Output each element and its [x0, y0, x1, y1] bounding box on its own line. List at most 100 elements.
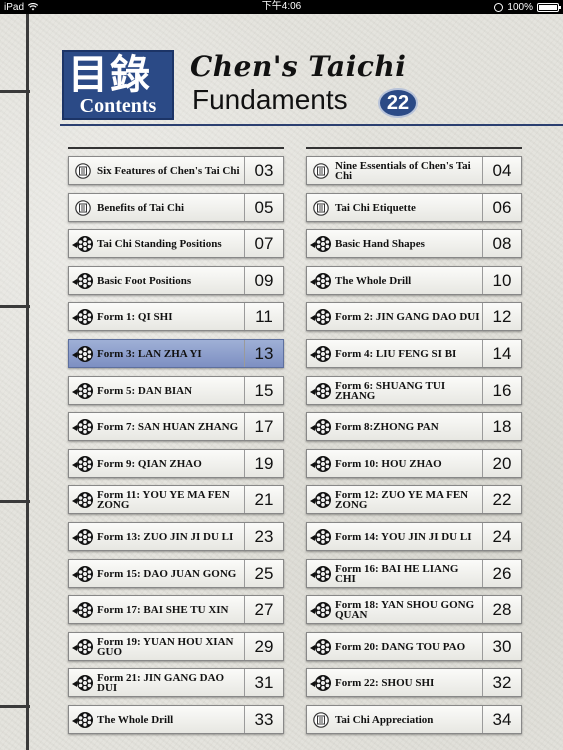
book-title: Chen's Taichi — [190, 50, 407, 83]
contents-item[interactable]: Form 6: SHUANG TUI ZHANG 16 — [306, 376, 522, 405]
item-title: Nine Essentials of Chen's Tai Chi — [335, 159, 471, 182]
contents-item[interactable]: Form 12: ZUO YE MA FEN ZONG 22 — [306, 485, 522, 514]
contents-item[interactable]: Form 21: JIN GANG DAO DUI 31 — [68, 668, 284, 697]
item-page-number: 07 — [244, 230, 283, 257]
item-page-number: 25 — [244, 560, 283, 587]
contents-item[interactable]: Form 10: HOU ZHAO 20 — [306, 449, 522, 478]
volume-badge: 22 — [378, 88, 418, 118]
item-page-number: 16 — [482, 377, 521, 404]
item-page-number: 34 — [482, 706, 521, 733]
item-icon-wrap — [307, 596, 335, 623]
contents-item[interactable]: Basic Foot Positions 09 — [68, 266, 284, 295]
item-icon-wrap — [307, 157, 335, 184]
item-icon-wrap — [307, 523, 335, 550]
item-title: Form 20: DANG TOU PAO — [335, 640, 466, 653]
document-icon — [313, 199, 329, 216]
contents-item[interactable]: Form 11: YOU YE MA FEN ZONG 21 — [68, 485, 284, 514]
item-page-number: 21 — [244, 486, 283, 513]
contents-item[interactable]: Form 14: YOU JIN JI DU LI 24 — [306, 522, 522, 551]
film-reel-icon — [72, 272, 93, 289]
item-title: Form 22: SHOU SHI — [335, 676, 435, 689]
contents-item[interactable]: Form 16: BAI HE LIANG CHI 26 — [306, 559, 522, 588]
contents-item[interactable]: Basic Hand Shapes 08 — [306, 229, 522, 258]
contents-item[interactable]: The Whole Drill 33 — [68, 705, 284, 734]
item-title: Form 13: ZUO JIN JI DU LI — [97, 530, 234, 543]
item-page-number: 03 — [244, 157, 283, 184]
film-reel-icon — [310, 382, 331, 399]
contents-item[interactable]: Form 9: QIAN ZHAO 19 — [68, 449, 284, 478]
right-column-rule — [306, 147, 522, 149]
item-title: Form 14: YOU JIN JI DU LI — [335, 530, 472, 543]
contents-item[interactable]: Tai Chi Etiquette 06 — [306, 193, 522, 222]
logo-chinese-title: 目錄 — [68, 51, 152, 98]
contents-item[interactable]: Form 5: DAN BIAN 15 — [68, 376, 284, 405]
contents-item[interactable]: Form 1: QI SHI 11 — [68, 302, 284, 331]
item-title: Form 9: QIAN ZHAO — [97, 457, 202, 470]
contents-item[interactable]: Form 17: BAI SHE TU XIN 27 — [68, 595, 284, 624]
contents-item[interactable]: Form 7: SAN HUAN ZHANG 17 — [68, 412, 284, 441]
item-title: Basic Foot Positions — [97, 274, 192, 287]
item-title: Form 5: DAN BIAN — [97, 384, 193, 397]
film-reel-icon — [72, 382, 93, 399]
battery-icon — [537, 2, 561, 12]
contents-item[interactable]: Form 22: SHOU SHI 32 — [306, 668, 522, 697]
contents-item[interactable]: Six Features of Chen's Tai Chi 03 — [68, 156, 284, 185]
film-reel-icon — [310, 455, 331, 472]
film-reel-icon — [72, 455, 93, 472]
film-reel-icon — [72, 528, 93, 545]
item-title: Tai Chi Standing Positions — [97, 237, 222, 250]
contents-item[interactable]: Form 2: JIN GANG DAO DUI 12 — [306, 302, 522, 331]
document-icon — [75, 199, 91, 216]
contents-item[interactable]: Form 15: DAO JUAN GONG 25 — [68, 559, 284, 588]
film-reel-icon — [310, 674, 331, 691]
item-title: Tai Chi Appreciation — [335, 713, 434, 726]
contents-item[interactable]: Form 3: LAN ZHA YI 13 — [68, 339, 284, 368]
left-column-rule — [68, 147, 284, 149]
contents-item[interactable]: Tai Chi Standing Positions 07 — [68, 229, 284, 258]
film-reel-icon — [72, 345, 93, 362]
film-reel-icon — [72, 491, 93, 508]
item-page-number: 20 — [482, 450, 521, 477]
item-icon-wrap — [307, 560, 335, 587]
item-icon-wrap — [69, 303, 97, 330]
item-icon-wrap — [69, 267, 97, 294]
contents-item[interactable]: Form 18: YAN SHOU GONG QUAN 28 — [306, 595, 522, 624]
item-page-number: 17 — [244, 413, 283, 440]
item-page-number: 32 — [482, 669, 521, 696]
contents-item[interactable]: Benefits of Tai Chi 05 — [68, 193, 284, 222]
contents-item[interactable]: Form 20: DANG TOU PAO 30 — [306, 632, 522, 661]
item-page-number: 31 — [244, 669, 283, 696]
contents-item[interactable]: The Whole Drill 10 — [306, 266, 522, 295]
binding-stitch — [0, 705, 30, 708]
binding-stitch — [0, 500, 30, 503]
film-reel-icon — [310, 491, 331, 508]
film-reel-icon — [310, 565, 331, 582]
contents-item[interactable]: Nine Essentials of Chen's Tai Chi 04 — [306, 156, 522, 185]
item-icon-wrap — [307, 340, 335, 367]
item-page-number: 28 — [482, 596, 521, 623]
item-page-number: 09 — [244, 267, 283, 294]
contents-item[interactable]: Form 19: YUAN HOU XIAN GUO 29 — [68, 632, 284, 661]
item-title: Form 8:ZHONG PAN — [335, 420, 439, 433]
item-title: Form 7: SAN HUAN ZHANG — [97, 420, 239, 433]
item-page-number: 11 — [244, 303, 283, 330]
item-page-number: 14 — [482, 340, 521, 367]
item-page-number: 05 — [244, 194, 283, 221]
contents-item[interactable]: Tai Chi Appreciation 34 — [306, 705, 522, 734]
film-reel-icon — [72, 674, 93, 691]
binding-stitch — [0, 90, 30, 93]
item-title: Benefits of Tai Chi — [97, 201, 185, 214]
item-title: The Whole Drill — [97, 713, 174, 726]
item-page-number: 22 — [482, 486, 521, 513]
item-title: Form 11: YOU YE MA FEN ZONG — [97, 488, 230, 511]
contents-item[interactable]: Form 4: LIU FENG SI BI 14 — [306, 339, 522, 368]
contents-item[interactable]: Form 8:ZHONG PAN 18 — [306, 412, 522, 441]
item-page-number: 15 — [244, 377, 283, 404]
contents-item[interactable]: Form 13: ZUO JIN JI DU LI 23 — [68, 522, 284, 551]
item-page-number: 10 — [482, 267, 521, 294]
item-icon-wrap — [307, 303, 335, 330]
item-icon-wrap — [69, 157, 97, 184]
item-page-number: 30 — [482, 633, 521, 660]
status-time: 下午4:06 — [261, 1, 302, 12]
binding-stitch — [0, 305, 30, 308]
